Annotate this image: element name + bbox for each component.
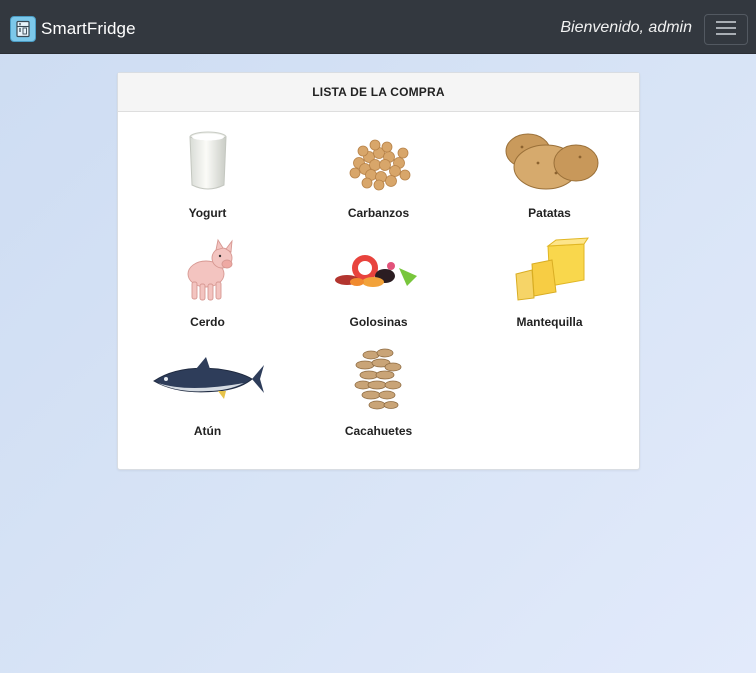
shopping-list-grid: Yogurt Carbanzos Patatas Cerdo Golosinas… <box>118 113 639 450</box>
list-item-carbanzos[interactable]: Carbanzos <box>293 123 464 232</box>
brand-name: SmartFridge <box>41 19 136 38</box>
item-label: Atún <box>193 424 222 438</box>
chickpeas-icon <box>319 123 439 199</box>
list-item-cerdo[interactable]: Cerdo <box>122 232 293 341</box>
menu-toggle-button[interactable] <box>704 14 748 45</box>
hamburger-icon <box>715 19 737 40</box>
welcome-text: Bienvenido, admin <box>560 19 692 36</box>
shopping-list-card: LISTA DE LA COMPRA Yogurt Carbanzos Pata… <box>117 72 640 470</box>
item-label: Cacahuetes <box>344 424 413 438</box>
item-label: Mantequilla <box>516 315 583 329</box>
list-item-atun[interactable]: Atún <box>122 341 293 450</box>
item-label: Golosinas <box>349 315 408 329</box>
fridge-icon <box>10 16 36 42</box>
item-label: Cerdo <box>190 315 225 329</box>
item-label: Patatas <box>528 206 571 220</box>
item-label: Yogurt <box>188 206 227 220</box>
tuna-icon <box>148 341 268 417</box>
butter-icon <box>490 232 610 308</box>
yogurt-icon <box>148 123 268 199</box>
list-item-golosinas[interactable]: Golosinas <box>293 232 464 341</box>
card-title: LISTA DE LA COMPRA <box>118 73 639 112</box>
potatoes-icon <box>490 123 610 199</box>
list-item-patatas[interactable]: Patatas <box>464 123 635 232</box>
item-label: Carbanzos <box>347 206 410 220</box>
list-item-mantequilla[interactable]: Mantequilla <box>464 232 635 341</box>
peanuts-icon <box>319 341 439 417</box>
list-item-cacahuetes[interactable]: Cacahuetes <box>293 341 464 450</box>
candy-icon <box>319 232 439 308</box>
brand-link[interactable]: SmartFridge <box>10 16 136 42</box>
list-item-yogurt[interactable]: Yogurt <box>122 123 293 232</box>
pig-icon <box>148 232 268 308</box>
navbar: SmartFridge Bienvenido, admin <box>0 0 756 54</box>
